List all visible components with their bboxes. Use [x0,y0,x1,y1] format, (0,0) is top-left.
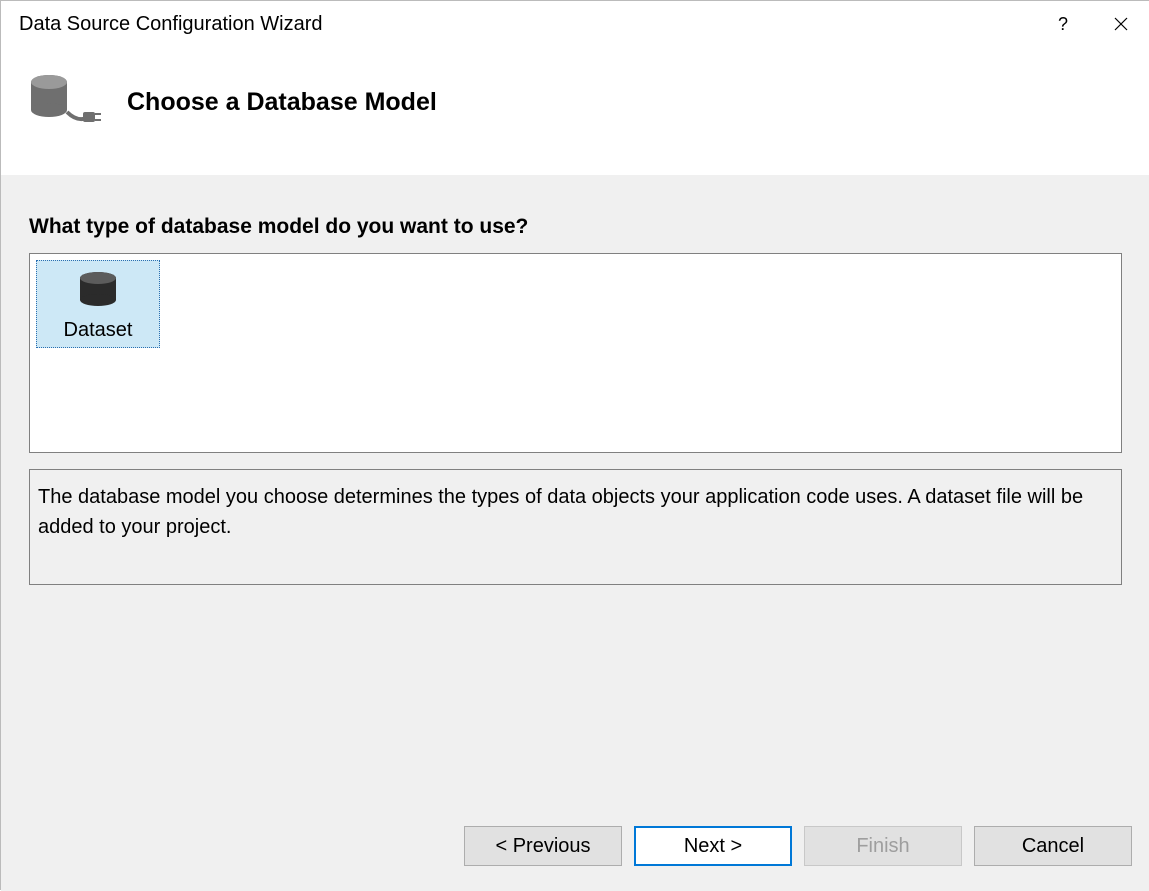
wizard-header: Choose a Database Model [1,47,1149,175]
previous-button[interactable]: < Previous [464,826,622,866]
question-label: What type of database model do you want … [29,215,1122,239]
model-item-label: Dataset [64,319,133,342]
titlebar: Data Source Configuration Wizard ? [1,1,1149,47]
model-item-dataset[interactable]: Dataset [36,260,160,348]
help-button[interactable]: ? [1034,1,1092,47]
database-plug-icon [25,69,103,135]
cancel-button[interactable]: Cancel [974,826,1132,866]
next-button[interactable]: Next > [634,826,792,866]
wizard-content: What type of database model do you want … [1,175,1149,819]
wizard-footer: < Previous Next > Finish Cancel [1,813,1149,891]
finish-button[interactable]: Finish [804,826,962,866]
page-title: Choose a Database Model [127,88,437,117]
model-description: The database model you choose determines… [29,469,1122,585]
close-icon [1114,17,1128,31]
model-type-list[interactable]: Dataset [29,253,1122,453]
close-button[interactable] [1092,1,1149,47]
window-title: Data Source Configuration Wizard [19,13,1034,36]
database-icon [76,270,120,315]
